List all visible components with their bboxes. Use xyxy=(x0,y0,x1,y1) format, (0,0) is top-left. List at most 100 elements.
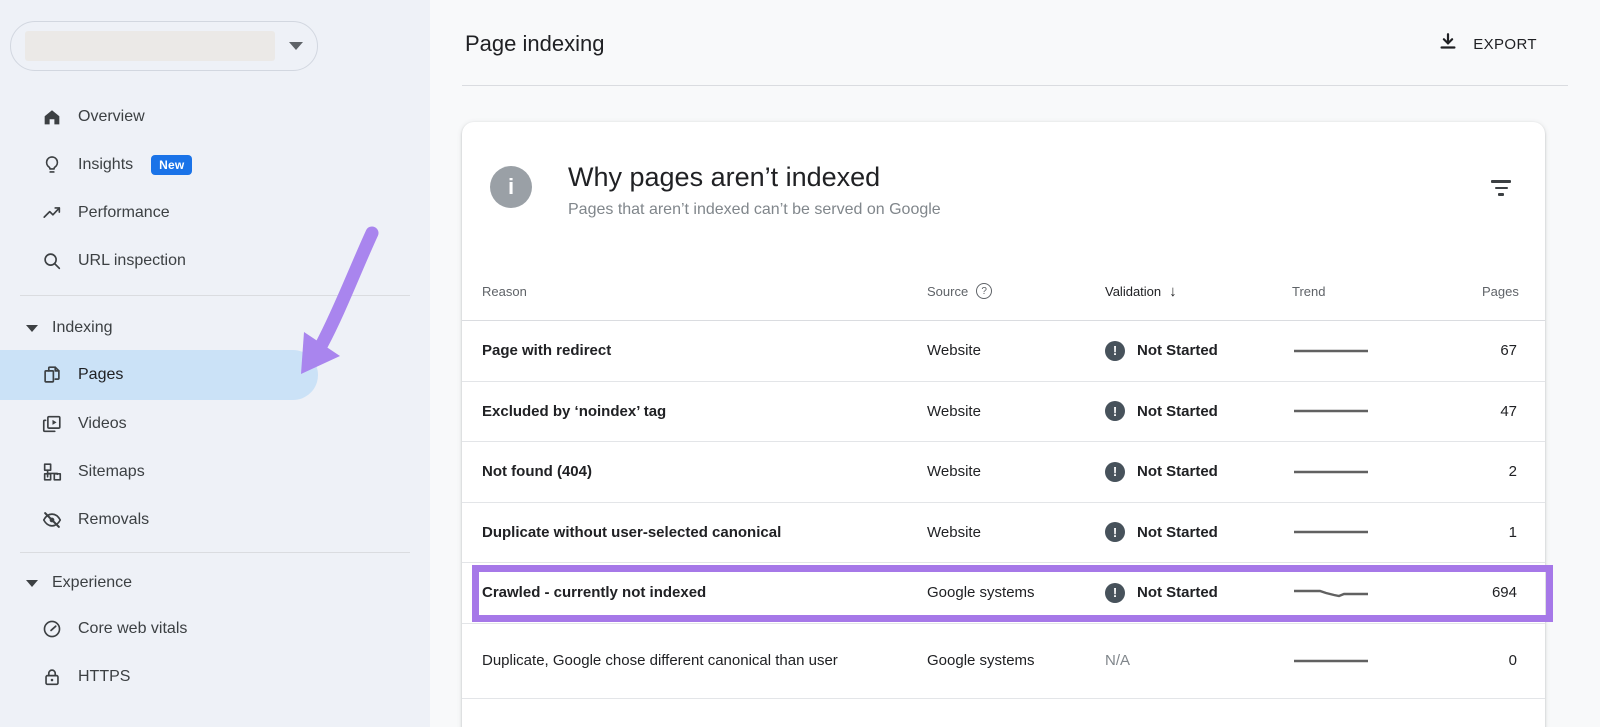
column-header-pages: Pages xyxy=(1482,284,1519,299)
visibility-off-icon xyxy=(40,508,64,532)
sidebar-item-label: Performance xyxy=(78,204,170,222)
validation-status-icon: ! xyxy=(1105,522,1125,542)
sidebar-item-videos[interactable]: Videos xyxy=(0,400,430,448)
validation-status-icon: ! xyxy=(1105,583,1125,603)
table-row[interactable]: Page with redirect Website ! Not Started… xyxy=(462,321,1545,382)
row-source: Google systems xyxy=(927,652,1105,669)
header-divider xyxy=(462,85,1568,86)
search-icon xyxy=(40,249,64,273)
row-source: Website xyxy=(927,463,1105,480)
row-trend-sparkline xyxy=(1292,343,1482,359)
table-body: Page with redirect Website ! Not Started… xyxy=(462,321,1545,699)
search-console-app: Overview Insights New Performance UR xyxy=(0,0,1600,727)
column-header-source: Source ? xyxy=(927,283,1105,299)
sidebar-divider xyxy=(20,552,410,553)
table-row[interactable]: Crawled - currently not indexed Google s… xyxy=(462,563,1545,624)
export-button[interactable]: EXPORT xyxy=(1437,31,1537,58)
validation-status-icon: ! xyxy=(1105,401,1125,421)
sidebar-item-removals[interactable]: Removals xyxy=(0,496,430,544)
column-header-validation[interactable]: Validation ↓ xyxy=(1105,283,1292,300)
row-validation: ! Not Started xyxy=(1105,462,1292,482)
sidebar-item-pages[interactable]: Pages xyxy=(0,350,318,400)
sidebar-item-label: Sitemaps xyxy=(78,463,145,481)
sidebar-item-overview[interactable]: Overview xyxy=(0,93,430,141)
column-header-label: Source xyxy=(927,284,968,299)
row-trend-sparkline xyxy=(1292,403,1482,419)
trending-up-icon xyxy=(40,201,64,225)
sidebar-nav: Overview Insights New Performance UR xyxy=(0,93,430,701)
videos-icon xyxy=(40,412,64,436)
column-header-trend: Trend xyxy=(1292,284,1482,299)
sidebar-item-https[interactable]: HTTPS xyxy=(0,653,430,701)
sidebar-item-label: Pages xyxy=(78,366,123,384)
table-row[interactable]: Excluded by ‘noindex’ tag Website ! Not … xyxy=(462,382,1545,443)
info-icon: i xyxy=(490,166,532,208)
redacted-property-name xyxy=(25,31,275,61)
row-source: Google systems xyxy=(927,584,1105,601)
row-source: Website xyxy=(927,524,1105,541)
row-source: Website xyxy=(927,342,1105,359)
property-selector[interactable] xyxy=(10,21,318,71)
sidebar-item-label: HTTPS xyxy=(78,668,130,686)
row-trend-sparkline xyxy=(1292,585,1482,601)
sidebar-item-label: Core web vitals xyxy=(78,620,187,638)
section-label: Indexing xyxy=(52,319,113,337)
row-reason: Duplicate without user-selected canonica… xyxy=(482,524,927,541)
row-source: Website xyxy=(927,403,1105,420)
table-row[interactable]: Not found (404) Website ! Not Started 2 xyxy=(462,442,1545,503)
lock-icon xyxy=(40,665,64,689)
row-reason: Crawled - currently not indexed xyxy=(482,584,927,601)
sparkline xyxy=(1294,591,1368,596)
sidebar-item-label: Removals xyxy=(78,511,149,529)
section-label: Experience xyxy=(52,574,132,592)
row-pages: 67 xyxy=(1482,342,1517,359)
why-pages-not-indexed-card: i Why pages aren’t indexed Pages that ar… xyxy=(462,122,1545,727)
indexing-issues-table: Reason Source ? Validation ↓ Trend Pages… xyxy=(462,262,1545,699)
sidebar-item-sitemaps[interactable]: Sitemaps xyxy=(0,448,430,496)
row-reason: Duplicate, Google chose different canoni… xyxy=(482,652,927,669)
table-row[interactable]: Duplicate without user-selected canonica… xyxy=(462,503,1545,564)
column-header-label: Validation xyxy=(1105,284,1161,299)
dropdown-caret-icon xyxy=(289,42,303,50)
help-icon[interactable]: ? xyxy=(976,283,992,299)
sidebar-item-url-inspection[interactable]: URL inspection xyxy=(0,237,430,285)
page-title: Page indexing xyxy=(465,31,604,57)
validation-label: Not Started xyxy=(1137,584,1218,601)
row-validation: ! Not Started xyxy=(1105,401,1292,421)
sidebar: Overview Insights New Performance UR xyxy=(0,0,430,727)
validation-status-icon: ! xyxy=(1105,462,1125,482)
table-row[interactable]: Duplicate, Google chose different canoni… xyxy=(462,624,1545,699)
row-pages: 2 xyxy=(1482,463,1517,480)
row-pages: 47 xyxy=(1482,403,1517,420)
card-title: Why pages aren’t indexed xyxy=(568,162,941,193)
sidebar-item-insights[interactable]: Insights New xyxy=(0,141,430,189)
sitemaps-icon xyxy=(40,460,64,484)
validation-label: N/A xyxy=(1105,652,1130,669)
home-icon xyxy=(40,105,64,129)
sidebar-divider xyxy=(20,295,410,296)
sidebar-item-label: Overview xyxy=(78,108,145,126)
sort-arrow-icon: ↓ xyxy=(1169,283,1177,300)
card-header: i Why pages aren’t indexed Pages that ar… xyxy=(490,162,941,219)
filter-icon[interactable] xyxy=(1489,176,1513,200)
validation-label: Not Started xyxy=(1137,463,1218,480)
pages-icon xyxy=(40,363,64,387)
sidebar-item-label: URL inspection xyxy=(78,252,186,270)
row-validation: ! Not Started xyxy=(1105,583,1292,603)
sidebar-item-performance[interactable]: Performance xyxy=(0,189,430,237)
row-trend-sparkline xyxy=(1292,653,1482,669)
validation-label: Not Started xyxy=(1137,403,1218,420)
row-validation: ! Not Started xyxy=(1105,341,1292,361)
sidebar-item-core-web-vitals[interactable]: Core web vitals xyxy=(0,605,430,653)
row-trend-sparkline xyxy=(1292,524,1482,540)
download-icon xyxy=(1437,31,1459,58)
sidebar-item-label: Videos xyxy=(78,415,127,433)
row-reason: Not found (404) xyxy=(482,463,927,480)
card-subtitle: Pages that aren’t indexed can’t be serve… xyxy=(568,201,941,219)
row-trend-sparkline xyxy=(1292,464,1482,480)
sidebar-section-indexing[interactable]: Indexing xyxy=(0,306,430,350)
table-header-row: Reason Source ? Validation ↓ Trend Pages xyxy=(462,262,1545,321)
sidebar-section-experience[interactable]: Experience xyxy=(0,561,430,605)
lightbulb-icon xyxy=(40,153,64,177)
row-reason: Page with redirect xyxy=(482,342,927,359)
